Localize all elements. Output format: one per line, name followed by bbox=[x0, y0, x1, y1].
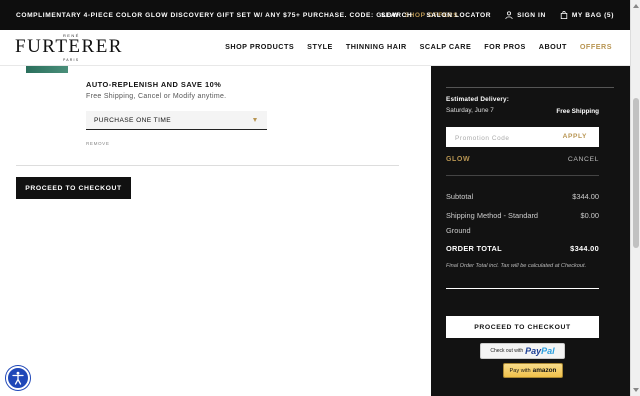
remove-link[interactable]: REMOVE bbox=[86, 141, 110, 146]
sign-in-label: SIGN IN bbox=[517, 11, 546, 19]
bag-link[interactable]: MY BAG (5) bbox=[560, 11, 614, 19]
summary-divider-top bbox=[446, 87, 614, 88]
divider bbox=[16, 165, 399, 166]
shipping-value: $0.00 bbox=[580, 211, 600, 220]
scroll-up-arrow[interactable] bbox=[633, 4, 639, 8]
tax-note: Final Order Total incl. Tax will be calc… bbox=[446, 263, 587, 269]
nav-shop-products[interactable]: SHOP PRODUCTS bbox=[225, 42, 294, 51]
scrollbar-thumb[interactable] bbox=[633, 98, 639, 248]
nav-scalp-care[interactable]: SCALP CARE bbox=[420, 42, 472, 51]
search-link[interactable]: SEARCH bbox=[381, 12, 412, 19]
subtotal-value: $344.00 bbox=[572, 192, 599, 201]
logo-top: RENÉ bbox=[63, 33, 80, 38]
applied-promo-code: GLOW bbox=[446, 156, 471, 163]
order-total-label: ORDER TOTAL bbox=[446, 244, 502, 253]
estimated-delivery-label: Estimated Delivery: bbox=[446, 96, 510, 103]
sign-in-link[interactable]: SIGN IN bbox=[505, 11, 546, 19]
accessibility-icon bbox=[12, 371, 24, 385]
cancel-promo-link[interactable]: CANCEL bbox=[568, 156, 599, 163]
scroll-down-arrow[interactable] bbox=[633, 388, 639, 392]
nav-style[interactable]: STYLE bbox=[307, 42, 333, 51]
replenish-title: AUTO-REPLENISH AND SAVE 10% bbox=[86, 80, 222, 89]
paypal-pal: Pal bbox=[541, 346, 555, 356]
promo-bar: COMPLIMENTARY 4-PIECE COLOR GLOW DISCOVE… bbox=[0, 0, 630, 30]
summary-checkout-button[interactable]: PROCEED TO CHECKOUT bbox=[446, 316, 599, 338]
utility-nav: SEARCH SALON LOCATOR SIGN IN MY BAG (5) bbox=[381, 11, 614, 19]
amazon-logo: amazon bbox=[532, 367, 557, 374]
order-total-value: $344.00 bbox=[570, 244, 599, 253]
order-total-row: ORDER TOTAL $344.00 bbox=[446, 244, 599, 253]
bag-icon bbox=[560, 11, 568, 19]
purchase-option-value: PURCHASE ONE TIME bbox=[94, 116, 172, 124]
amazon-pay-button[interactable]: Pay with amazon bbox=[503, 363, 563, 378]
replenish-subtitle: Free Shipping, Cancel or Modify anytime. bbox=[86, 93, 227, 100]
accessibility-button[interactable] bbox=[6, 366, 30, 390]
summary-divider bbox=[446, 175, 599, 176]
brand-logo[interactable]: RENÉ FURTERER PARIS bbox=[15, 33, 123, 62]
promo-code-box: APPLY bbox=[446, 127, 599, 149]
estimated-delivery-shipping: Free Shipping bbox=[556, 108, 599, 115]
salon-locator-link[interactable]: SALON LOCATOR bbox=[426, 12, 491, 19]
nav-for-pros[interactable]: FOR PROS bbox=[484, 42, 526, 51]
subtotal-label: Subtotal bbox=[446, 192, 474, 201]
paypal-logo: PayPal bbox=[525, 346, 555, 356]
product-image[interactable] bbox=[26, 66, 68, 73]
order-summary: Estimated Delivery: Saturday, June 7 Fre… bbox=[431, 66, 630, 396]
paypal-pay: Pay bbox=[525, 346, 542, 356]
caret-down-icon bbox=[253, 118, 257, 122]
proceed-to-checkout-button[interactable]: PROCEED TO CHECKOUT bbox=[16, 177, 131, 199]
nav-offers[interactable]: OFFERS bbox=[580, 42, 612, 51]
promo-text: COMPLIMENTARY 4-PIECE COLOR GLOW DISCOVE… bbox=[16, 11, 400, 19]
page-scrollbar[interactable] bbox=[630, 0, 640, 396]
main-nav: SHOP PRODUCTS STYLE THINNING HAIR SCALP … bbox=[225, 42, 612, 51]
apply-button[interactable]: APPLY bbox=[563, 133, 587, 140]
paypal-prefix: Check out with bbox=[490, 348, 524, 354]
summary-divider-bottom bbox=[446, 288, 599, 289]
shipping-label: Shipping Method - Standard Ground bbox=[446, 211, 539, 235]
logo-bottom: PARIS bbox=[63, 58, 80, 62]
site-header: RENÉ FURTERER PARIS SHOP PRODUCTS STYLE … bbox=[0, 30, 630, 66]
nav-about[interactable]: ABOUT bbox=[539, 42, 567, 51]
nav-thinning-hair[interactable]: THINNING HAIR bbox=[346, 42, 407, 51]
subtotal-row: Subtotal $344.00 bbox=[446, 192, 599, 201]
bag-label: MY BAG (5) bbox=[571, 11, 614, 19]
amazon-prefix: Pay with bbox=[509, 367, 531, 374]
paypal-button[interactable]: Check out with PayPal bbox=[480, 343, 565, 359]
logo-name: FURTERER bbox=[15, 36, 123, 57]
estimated-delivery-date: Saturday, June 7 bbox=[446, 107, 494, 114]
purchase-option-select[interactable]: PURCHASE ONE TIME bbox=[86, 111, 267, 130]
user-icon bbox=[505, 11, 513, 19]
